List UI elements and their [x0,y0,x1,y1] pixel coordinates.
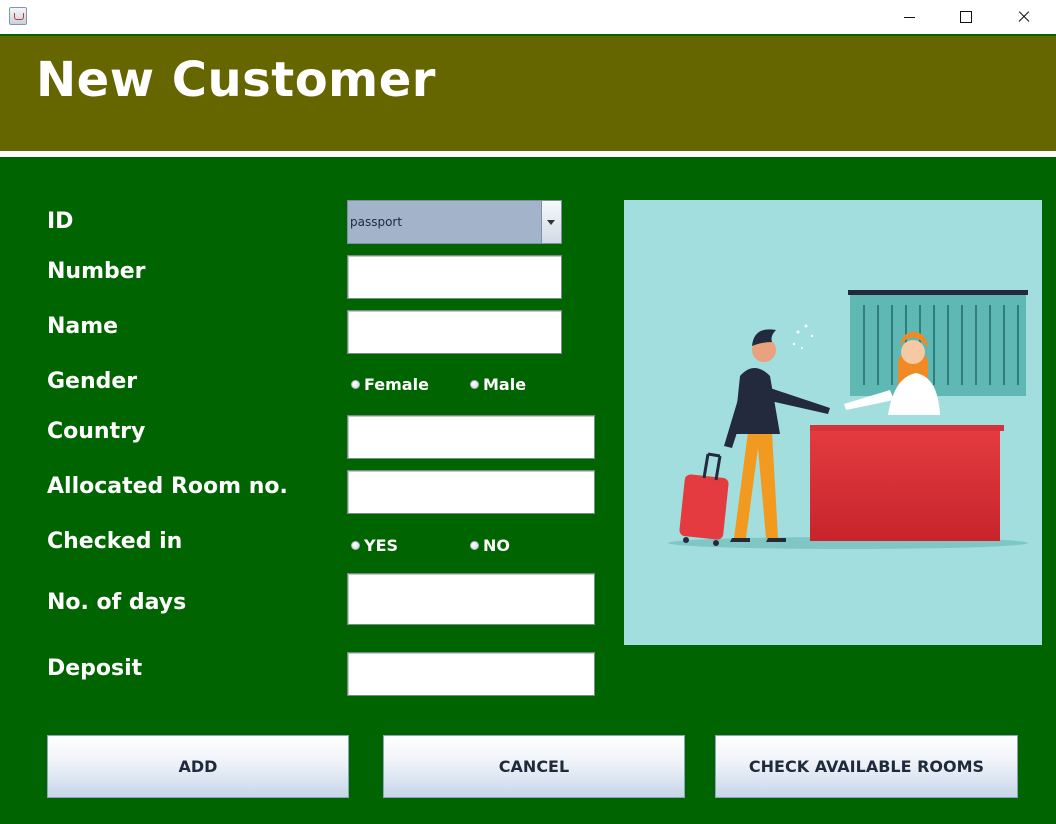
gender-female-radio[interactable]: Female [351,375,429,394]
cancel-button[interactable]: CANCEL [383,735,685,798]
days-input[interactable] [347,573,595,625]
window-titlebar [0,0,1056,34]
id-type-value: passport [350,215,403,229]
minimize-icon[interactable] [880,0,938,34]
hotel-reception-illustration [624,200,1042,645]
checkin-no-radio[interactable]: NO [470,536,510,555]
number-label: Number [47,259,146,284]
chevron-down-icon[interactable] [541,201,561,243]
country-input[interactable] [347,415,595,459]
checkin-no-label: NO [483,536,510,555]
radio-icon [470,541,479,550]
room-input[interactable] [347,470,595,514]
number-input[interactable] [347,255,562,299]
name-input[interactable] [347,310,562,354]
hotel-reception-image [668,290,1028,549]
checked-in-label: Checked in [47,529,183,554]
id-type-dropdown[interactable]: passport [347,200,562,244]
radio-icon [351,380,360,389]
maximize-icon[interactable] [938,0,996,34]
radio-icon [351,541,360,550]
room-label: Allocated Room no. [47,474,288,499]
check-available-rooms-button[interactable]: CHECK AVAILABLE ROOMS [715,735,1018,798]
country-label: Country [47,419,146,444]
header-banner: New Customer [0,36,1056,151]
id-label: ID [47,209,74,234]
add-button[interactable]: ADD [47,735,349,798]
checkin-yes-label: YES [364,536,399,555]
gender-female-label: Female [364,375,429,394]
deposit-label: Deposit [47,656,143,681]
header-divider [0,151,1056,157]
gender-male-radio[interactable]: Male [470,375,526,394]
checkin-yes-radio[interactable]: YES [351,536,398,555]
days-label: No. of days [47,590,187,615]
radio-icon [470,380,479,389]
page-title: New Customer [36,52,436,108]
close-icon[interactable] [996,0,1054,34]
java-icon [9,7,27,25]
deposit-input[interactable] [347,652,595,696]
gender-male-label: Male [483,375,527,394]
gender-label: Gender [47,369,138,394]
name-label: Name [47,314,119,339]
